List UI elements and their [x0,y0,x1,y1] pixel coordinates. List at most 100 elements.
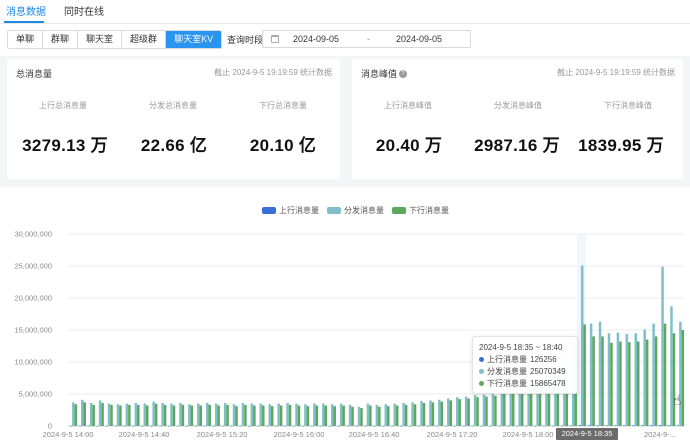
bar-downstream [154,403,158,426]
bar-distributed [634,333,638,426]
bar-downstream [297,405,301,426]
bar-upstream [676,425,680,426]
bar-downstream [199,405,203,426]
bar-distributed [482,394,486,426]
bar-downstream [601,336,604,426]
bar-distributed [473,395,477,426]
bar-distributed [589,323,593,426]
bar-distributed [402,402,405,426]
y-tick-label: 25,000,000 [14,262,52,271]
bar-upstream [605,425,608,426]
bar-upstream [239,425,242,427]
bar-distributed [366,403,370,426]
bar-downstream [681,330,685,426]
bar-upstream [310,425,314,427]
bar-downstream [494,395,497,426]
bar-distributed [447,398,450,426]
bar-distributed [348,404,352,426]
bar-downstream [172,405,176,426]
bar-upstream [123,425,126,427]
bar-downstream [288,404,292,426]
bar-distributed [259,403,263,426]
x-tick-label: 2024-9-5 18:00 [503,430,554,439]
bar-upstream [426,425,430,427]
bar-downstream [181,404,185,426]
bar-upstream [640,425,644,426]
bar-downstream [101,402,104,426]
bar-downstream [645,339,649,426]
bar-downstream [342,405,345,426]
bar-upstream [158,425,162,427]
bar-upstream [444,425,448,427]
bar-distributed [313,403,316,426]
bar-distributed [241,402,245,426]
bar-distributed [509,390,513,426]
bar-upstream [453,425,456,427]
bar-distributed [429,400,432,426]
y-tick-label: 20,000,000 [14,294,52,303]
bar-distributed [72,402,75,426]
bar-distributed [518,388,521,426]
bar-downstream [610,342,613,426]
bar-downstream [520,391,524,426]
bar-upstream [390,425,394,427]
bar-distributed [286,402,289,426]
bar-distributed [438,399,441,426]
bar-upstream [185,425,189,427]
bar-downstream [378,406,381,426]
x-tick-label: 2024-9-5 15:20 [197,430,248,439]
bar-upstream [515,425,519,427]
bar-downstream [369,405,372,426]
bar-distributed [616,332,620,426]
bar-distributed [125,403,129,426]
bar-upstream [649,425,653,426]
bar-downstream [74,404,78,426]
bar-distributed [152,401,155,426]
bar-upstream [578,425,581,426]
tooltip-row-upstream: 上行消息量 126256 [479,353,571,365]
bar-downstream [413,404,417,426]
bar-distributed [500,392,504,426]
bar-upstream [203,425,206,427]
bar-upstream [105,425,108,427]
bar-distributed [330,404,334,426]
bar-upstream [551,425,555,427]
bar-downstream [83,402,86,426]
bar-upstream [248,425,251,427]
bar-downstream [440,401,444,426]
bar-distributed [607,333,611,426]
bar-downstream [485,396,488,426]
bar-distributed [411,402,414,426]
page: 消息数据 同时在线 单聊 群聊 聊天室 超级群 聊天室KV 查询时段 2024-… [0,0,690,442]
bar-upstream [212,425,215,427]
bar-distributed [268,404,271,426]
chart-plot[interactable]: 05,000,00010,000,00015,000,00020,000,000… [0,0,690,442]
x-tick-label: 2024-9-5 14:00 [43,430,94,439]
bar-upstream [96,425,99,427]
bar-upstream [480,425,483,427]
bar-downstream [449,400,453,426]
bar-downstream [431,402,435,426]
bar-distributed [116,404,120,426]
bar-distributed [357,406,361,426]
bar-distributed [143,403,146,426]
bar-upstream [319,425,323,427]
bar-distributed [179,402,182,426]
bar-distributed [81,399,84,426]
y-tick-label: 10,000,000 [14,358,52,367]
bar-distributed [625,333,629,426]
bar-upstream [167,425,171,427]
bar-upstream [462,425,465,427]
bar-downstream [592,336,595,426]
y-tick-label: 5,000,000 [19,390,52,399]
bar-upstream [587,425,590,426]
bar-downstream [583,324,586,426]
bar-distributed [375,404,379,426]
bar-upstream [257,425,260,427]
bar-upstream [114,425,117,427]
bar-distributed [250,403,254,426]
x-tick-label: 2024-9-5 17:20 [427,430,478,439]
bar-upstream [346,425,349,427]
bar-distributed [652,323,655,426]
bar-upstream [658,425,662,426]
